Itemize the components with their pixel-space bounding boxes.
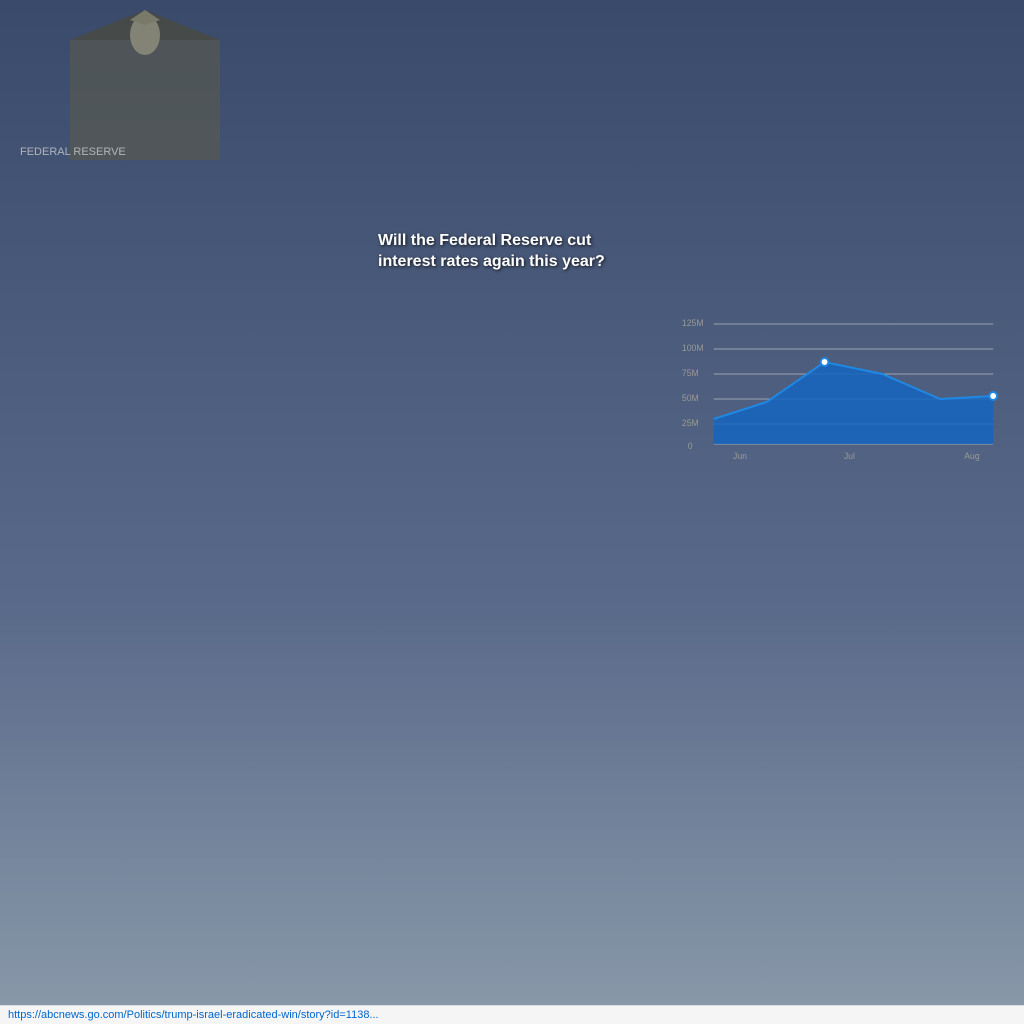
main-layout: Postmaster general rejects Trump ballot … (0, 87, 1024, 1021)
svg-text:Jun: Jun (733, 451, 747, 461)
svg-text:75M: 75M (682, 368, 699, 378)
second-video-thumb[interactable]: FEDERAL RESERVE Will the Federal Reserve… (364, 87, 653, 287)
svg-text:0: 0 (688, 441, 693, 451)
svg-text:50M: 50M (682, 393, 699, 403)
svg-text:Aug: Aug (964, 451, 980, 461)
svg-text:Jul: Jul (844, 451, 855, 461)
svg-text:25M: 25M (682, 418, 699, 428)
status-bar: https://abcnews.go.com/Politics/trump-is… (0, 1005, 1024, 1024)
sw-chart: 125M 100M 75M 50M 25M 0 (680, 314, 998, 464)
svg-text:125M: 125M (682, 318, 704, 328)
second-video-column: FEDERAL RESERVE Will the Federal Reserve… (364, 87, 654, 1021)
second-video-caption: Will the Federal Reserve cut interest ra… (378, 231, 639, 273)
svg-text:100M: 100M (682, 343, 704, 353)
